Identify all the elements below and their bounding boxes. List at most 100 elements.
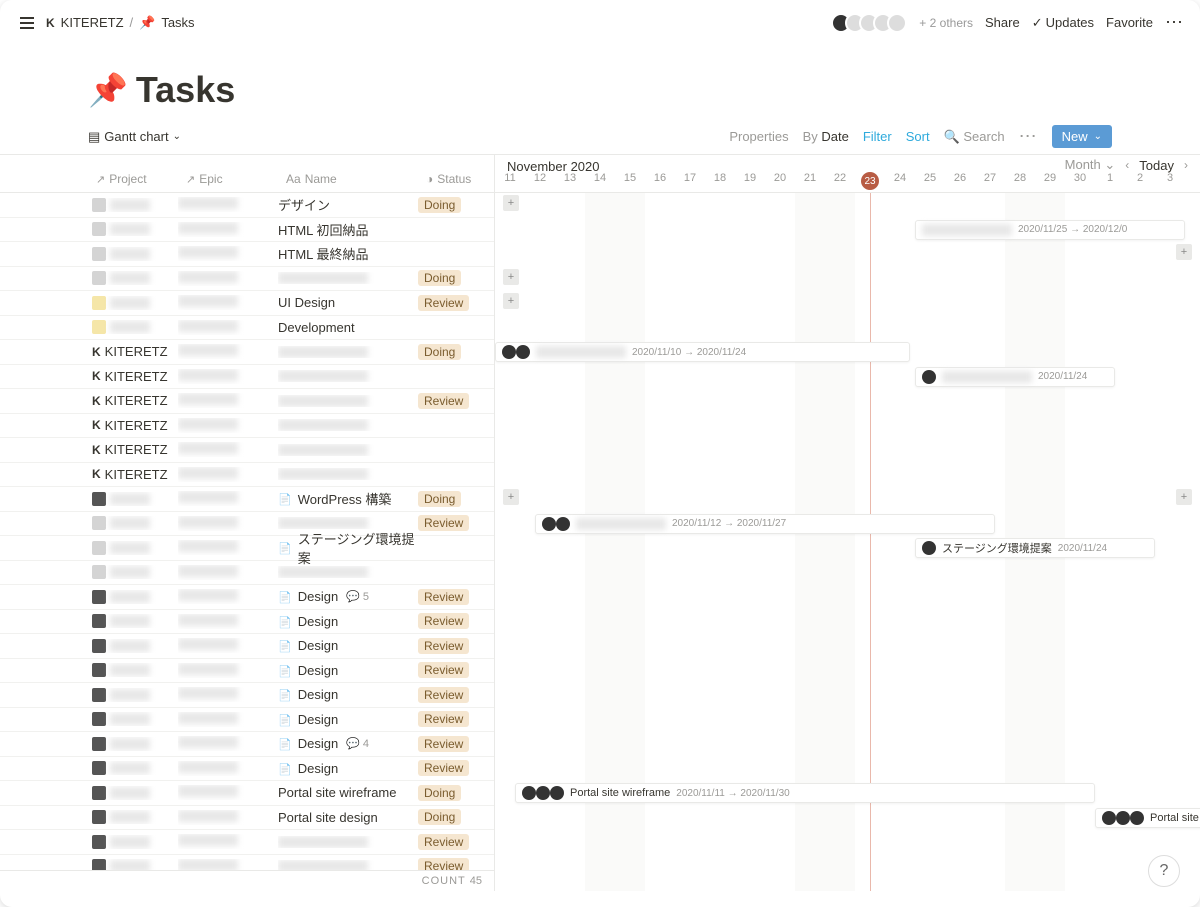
- add-bar-button[interactable]: +: [1176, 489, 1192, 505]
- view-more-icon[interactable]: ⋯: [1019, 126, 1038, 147]
- table-row[interactable]: KKITERETZDoing: [0, 340, 494, 365]
- filter-button[interactable]: Filter: [863, 129, 892, 144]
- sort-button[interactable]: Sort: [906, 129, 930, 144]
- search-button[interactable]: 🔍 Search: [944, 129, 1005, 145]
- table-row[interactable]: KKITERETZReview: [0, 389, 494, 414]
- add-bar-button[interactable]: +: [503, 293, 519, 309]
- table-row[interactable]: KKITERETZ: [0, 463, 494, 488]
- project-icon: [92, 492, 106, 506]
- gantt-bar[interactable]: 2020/11/25 → 2020/12/0: [915, 220, 1185, 240]
- gantt-bar[interactable]: Portal site wireframe2020/11/11 → 2020/1…: [515, 783, 1095, 803]
- table-row[interactable]: ステージング環境提案: [0, 536, 494, 561]
- today-marker: 23: [861, 172, 879, 190]
- count-value: 45: [470, 875, 482, 887]
- table-row[interactable]: Portal site designDoing: [0, 806, 494, 831]
- avatar: [502, 345, 516, 359]
- favorite-button[interactable]: Favorite: [1106, 15, 1153, 30]
- redacted: [178, 638, 238, 650]
- menu-icon[interactable]: [16, 13, 38, 33]
- redacted: [110, 321, 150, 333]
- gantt-bar[interactable]: 2020/11/12 → 2020/11/27: [535, 514, 995, 534]
- table-row[interactable]: Review: [0, 512, 494, 537]
- task-name: ステージング環境提案: [298, 529, 418, 567]
- next-button[interactable]: ›: [1184, 158, 1188, 172]
- table-row[interactable]: HTML 初回納品: [0, 218, 494, 243]
- table-row[interactable]: DesignReview: [0, 610, 494, 635]
- task-name: Design: [298, 663, 338, 678]
- breadcrumb-workspace[interactable]: KITERETZ: [61, 15, 124, 30]
- count-footer: COUNT 45: [0, 870, 494, 891]
- prev-button[interactable]: ‹: [1125, 158, 1129, 172]
- table-row[interactable]: DesignReview: [0, 659, 494, 684]
- table-row[interactable]: Design💬 4Review: [0, 732, 494, 757]
- table-row[interactable]: KKITERETZ: [0, 414, 494, 439]
- timeline-body[interactable]: +2020/11/25 → 2020/12/0 + + +2020/11/10 → 2…: [495, 193, 1200, 891]
- col-status[interactable]: ◑ Status: [418, 172, 488, 186]
- chevron-down-icon: ⌄: [1094, 131, 1102, 142]
- table-row[interactable]: Development: [0, 316, 494, 341]
- scale-selector[interactable]: Month ⌄: [1065, 157, 1116, 173]
- gantt-bar[interactable]: Portal site: [1095, 808, 1200, 828]
- group-by[interactable]: By Date: [803, 129, 849, 144]
- gantt-bar[interactable]: 2020/11/24: [915, 367, 1115, 387]
- table-row[interactable]: DesignReview: [0, 757, 494, 782]
- add-bar-button[interactable]: +: [503, 489, 519, 505]
- table-row[interactable]: HTML 最終納品: [0, 242, 494, 267]
- today-button[interactable]: Today: [1139, 158, 1174, 173]
- table-row[interactable]: Design💬 5Review: [0, 585, 494, 610]
- table-row[interactable]: Review: [0, 830, 494, 855]
- redacted: [178, 442, 238, 454]
- gantt-bar[interactable]: ステージング環境提案2020/11/24: [915, 538, 1155, 558]
- date-cell: 30: [1065, 172, 1095, 190]
- status-badge: Review: [418, 613, 469, 629]
- gantt-bar[interactable]: 2020/11/10 → 2020/11/24: [495, 342, 910, 362]
- table-row[interactable]: UI DesignReview: [0, 291, 494, 316]
- table-row[interactable]: DesignReview: [0, 683, 494, 708]
- redacted: [178, 320, 238, 332]
- table-row[interactable]: [0, 561, 494, 586]
- redacted: [178, 810, 238, 822]
- project-icon: [92, 590, 106, 604]
- table-row[interactable]: デザインDoing: [0, 193, 494, 218]
- more-icon[interactable]: ⋯: [1165, 12, 1184, 33]
- redacted: [178, 540, 238, 552]
- table-row[interactable]: Review: [0, 855, 494, 871]
- col-epic[interactable]: Epic: [178, 172, 278, 186]
- add-bar-button[interactable]: +: [503, 269, 519, 285]
- view-switcher[interactable]: ▤ Gantt chart ⌄: [88, 129, 181, 145]
- col-name[interactable]: Aa Name: [278, 172, 418, 186]
- breadcrumb-page[interactable]: Tasks: [161, 15, 194, 30]
- help-button[interactable]: ?: [1148, 855, 1180, 887]
- redacted: [178, 589, 238, 601]
- others-count[interactable]: + 2 others: [919, 16, 973, 30]
- status-badge: Review: [418, 295, 469, 311]
- table-row[interactable]: Portal site wireframeDoing: [0, 781, 494, 806]
- status-badge: Doing: [418, 270, 461, 286]
- redacted: [178, 565, 238, 577]
- properties-button[interactable]: Properties: [729, 129, 788, 144]
- topbar-left: K KITERETZ / 📌 Tasks: [16, 13, 195, 33]
- status-badge: Review: [418, 736, 469, 752]
- timeline-panel[interactable]: November 2020 Month ⌄ ‹ Today › 11121314…: [494, 155, 1200, 891]
- add-bar-button[interactable]: +: [1176, 244, 1192, 260]
- page-title-text[interactable]: Tasks: [136, 69, 235, 111]
- task-name: Design: [298, 761, 338, 776]
- redacted: [110, 762, 150, 774]
- task-name: Development: [278, 320, 355, 335]
- date-cell: 11: [495, 172, 525, 190]
- table-row[interactable]: WordPress 構築Doing: [0, 487, 494, 512]
- table-row[interactable]: Doing: [0, 267, 494, 292]
- new-button[interactable]: New⌄: [1052, 125, 1112, 148]
- timeline-header: November 2020 Month ⌄ ‹ Today › 11121314…: [495, 155, 1200, 193]
- page-icon[interactable]: 📌: [88, 71, 128, 109]
- updates-button[interactable]: Updates: [1032, 15, 1094, 31]
- share-button[interactable]: Share: [985, 15, 1020, 30]
- presence-avatars[interactable]: [837, 13, 907, 33]
- table-row[interactable]: DesignReview: [0, 708, 494, 733]
- col-project[interactable]: Project: [88, 172, 178, 186]
- add-bar-button[interactable]: +: [503, 195, 519, 211]
- view-bar: ▤ Gantt chart ⌄ Properties By Date Filte…: [0, 119, 1200, 155]
- table-row[interactable]: KKITERETZ: [0, 365, 494, 390]
- table-row[interactable]: DesignReview: [0, 634, 494, 659]
- table-row[interactable]: KKITERETZ: [0, 438, 494, 463]
